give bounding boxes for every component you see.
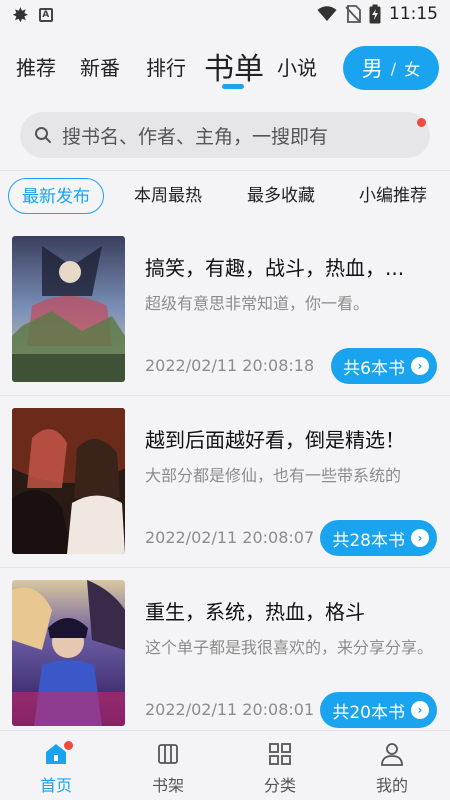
- search-icon: [35, 127, 51, 143]
- tab-recommend[interactable]: 推荐: [16, 52, 56, 81]
- bottom-nav-home[interactable]: 首页: [16, 741, 96, 796]
- cover-image: [12, 580, 125, 726]
- gender-female-label: 女: [404, 60, 421, 79]
- status-bar: ✸ A 11:15: [0, 0, 450, 30]
- search-notification-dot: [417, 118, 426, 127]
- card-title: 重生，系统，热血，格斗: [145, 600, 365, 624]
- bookshelf-icon: [158, 744, 178, 764]
- tab-novel[interactable]: 小说: [277, 52, 317, 81]
- battery-charging-icon: [369, 4, 381, 24]
- tab-booklist[interactable]: 书单: [204, 44, 264, 88]
- subtab-latest[interactable]: 最新发布: [8, 178, 104, 214]
- list-item[interactable]: 搞笑，有趣，战斗，热血，... 超级有意思非常知道，你一看。 2022/02/1…: [0, 226, 450, 396]
- bottom-nav-label: 书架: [151, 776, 184, 795]
- card-description: 这个单子都是我很喜欢的，来分享分享。: [145, 638, 434, 657]
- book-count-button[interactable]: 共20本书 ›: [320, 692, 437, 728]
- book-count-button[interactable]: 共28本书 ›: [320, 520, 437, 556]
- cover-image: [12, 236, 125, 382]
- bottom-nav-label: 首页: [39, 776, 72, 795]
- cover-image: [12, 408, 125, 554]
- card-timestamp: 2022/02/11 20:08:07: [145, 528, 315, 547]
- home-badge-dot: [64, 741, 73, 750]
- book-count-button[interactable]: 共6本书 ›: [331, 348, 437, 384]
- list-item[interactable]: 越到后面越好看，倒是精选！ 大部分都是修仙，也有一些带系统的 2022/02/1…: [0, 398, 450, 568]
- search-input[interactable]: 搜书名、作者、主角，一搜即有: [20, 112, 430, 158]
- book-count-label: 共20本书: [332, 702, 405, 723]
- subtab-weekly-hot[interactable]: 本周最热: [122, 178, 214, 214]
- subtab-editor-picks[interactable]: 小编推荐: [347, 178, 439, 214]
- weather-burst-icon: ✸: [12, 3, 29, 27]
- card-timestamp: 2022/02/11 20:08:18: [145, 356, 315, 375]
- chevron-right-icon: ›: [411, 701, 429, 719]
- chevron-right-icon: ›: [411, 529, 429, 547]
- bottom-nav-bookshelf[interactable]: 书架: [128, 741, 208, 796]
- user-icon: [381, 743, 403, 766]
- wifi-icon: [317, 6, 337, 21]
- card-title: 越到后面越好看，倒是精选！: [145, 428, 405, 452]
- book-count-label: 共6本书: [343, 358, 405, 379]
- search-placeholder: 搜书名、作者、主角，一搜即有: [62, 125, 329, 148]
- no-sim-icon: [345, 5, 361, 23]
- a-app-icon: A: [38, 8, 53, 22]
- status-time: 11:15: [389, 4, 438, 24]
- bottom-nav-category[interactable]: 分类: [240, 741, 320, 796]
- chevron-right-icon: ›: [411, 357, 429, 375]
- sub-tabs: 最新发布 本周最热 最多收藏 小编推荐: [0, 178, 450, 218]
- bottom-nav: 首页 书架 分类 我的: [0, 730, 450, 800]
- book-count-label: 共28本书: [332, 530, 405, 551]
- tab-new[interactable]: 新番: [80, 52, 120, 81]
- grid-icon: [269, 743, 291, 765]
- gender-toggle[interactable]: 男 / 女: [343, 46, 439, 90]
- tab-ranking[interactable]: 排行: [146, 52, 186, 81]
- bottom-nav-label: 我的: [375, 776, 408, 795]
- bottom-nav-profile[interactable]: 我的: [352, 741, 432, 796]
- subtab-most-favorited[interactable]: 最多收藏: [235, 178, 327, 214]
- list-item[interactable]: 重生，系统，热血，格斗 这个单子都是我很喜欢的，来分享分享。 2022/02/1…: [0, 570, 450, 740]
- active-tab-indicator: [222, 84, 244, 89]
- header-divider: [0, 170, 450, 171]
- card-description: 大部分都是修仙，也有一些带系统的: [145, 466, 402, 485]
- status-right: 11:15: [317, 4, 438, 24]
- gender-male-label: 男: [361, 57, 383, 81]
- status-left: ✸ A: [12, 4, 53, 26]
- bottom-nav-label: 分类: [263, 776, 296, 795]
- card-timestamp: 2022/02/11 20:08:01: [145, 700, 315, 719]
- card-title: 搞笑，有趣，战斗，热血，...: [145, 256, 405, 280]
- gender-separator: /: [390, 58, 397, 78]
- card-description: 超级有意思非常知道，你一看。: [145, 294, 370, 313]
